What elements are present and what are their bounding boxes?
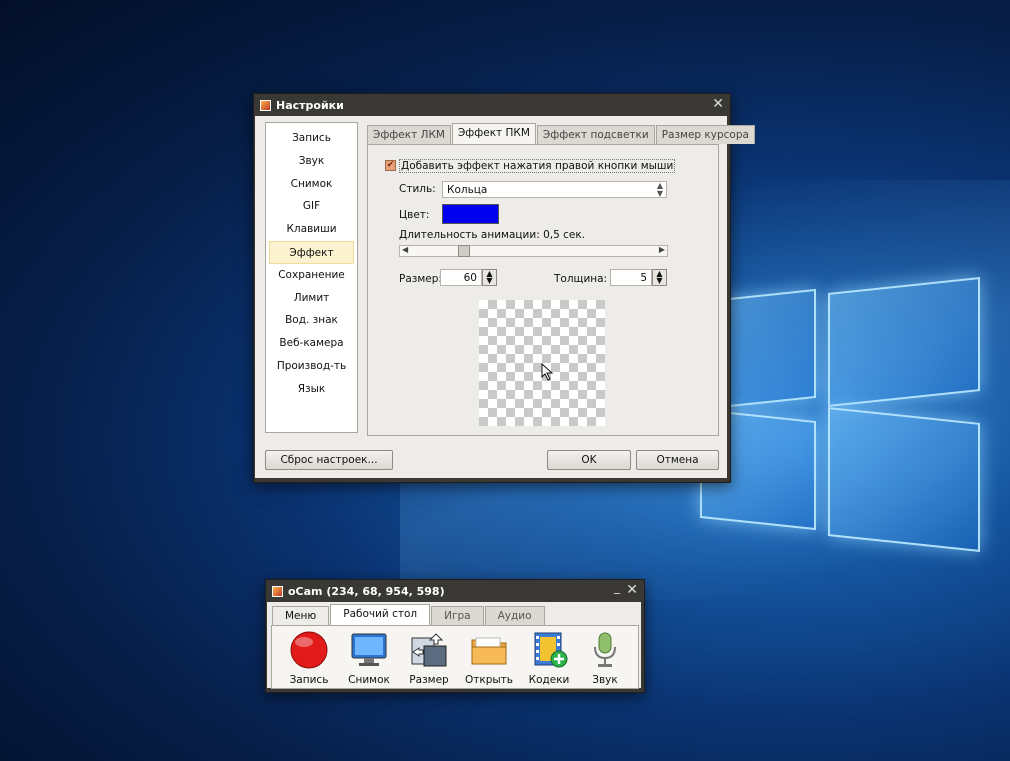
nav-item-11[interactable]: Язык	[269, 378, 354, 401]
screenshot-button[interactable]: Снимок	[341, 630, 397, 686]
codecs-label: Кодеки	[528, 674, 570, 686]
thickness-input[interactable]: 5	[610, 269, 652, 286]
reset-settings-button[interactable]: Сброс настроек...	[265, 450, 393, 470]
sound-label: Звук	[592, 674, 618, 686]
settings-tabs: Эффект ЛКМ Эффект ПКМ Эффект подсветки Разм…	[367, 123, 756, 144]
ocam-tab-3[interactable]: Аудио	[484, 606, 545, 626]
settings-title: Настройки	[276, 98, 344, 112]
thickness-stepper[interactable]: ▲ ▼	[652, 269, 667, 286]
slider-right-arrow-icon[interactable]: ▶	[659, 245, 665, 254]
color-swatch[interactable]	[442, 204, 499, 224]
resize-icon	[409, 630, 449, 670]
sound-button[interactable]: Звук	[577, 630, 633, 686]
ocam-window: oCam (234, 68, 954, 598) _ ✕ Меню Рабочий…	[265, 579, 645, 693]
nav-item-9[interactable]: Веб-камера	[269, 332, 354, 355]
resize-button[interactable]: Размер	[401, 630, 457, 686]
open-button[interactable]: Открыть	[461, 630, 517, 686]
nav-item-1[interactable]: Звук	[269, 150, 354, 173]
record-icon	[289, 630, 329, 670]
effect-panel: ✔ Добавить эффект нажатия правой кнопки …	[367, 144, 719, 436]
size-stepper[interactable]: ▲ ▼	[482, 269, 497, 286]
size-label: Размер:	[399, 273, 442, 285]
style-select[interactable]: Кольца ▲ ▼	[442, 181, 667, 198]
enable-effect-checkbox[interactable]: ✔	[385, 160, 396, 171]
codecs-button[interactable]: Кодеки	[521, 630, 577, 686]
duration-slider[interactable]: ◀ ▶	[399, 245, 668, 257]
ocam-tab-0[interactable]: Меню	[272, 606, 330, 626]
windows-logo-pane	[828, 407, 980, 552]
windows-logo	[700, 270, 980, 552]
monitor-icon	[349, 630, 389, 670]
ocam-tab-1[interactable]: Рабочий стол	[330, 604, 431, 626]
tab-3[interactable]: Размер курсора	[655, 125, 755, 144]
tab-2[interactable]: Эффект подсветки	[536, 125, 655, 144]
enable-effect-label[interactable]: Добавить эффект нажатия правой кнопки мы…	[399, 159, 676, 173]
settings-titlebar[interactable]: Настройки ✕	[254, 94, 730, 116]
duration-label: Длительность анимации: 0,5 сек.	[399, 229, 586, 241]
record-label: Запись	[289, 674, 329, 686]
ocam-client: Меню Рабочий стол Игра Аудио Запись Снимок …	[267, 602, 641, 689]
ocam-app-icon	[260, 99, 271, 111]
nav-item-2[interactable]: Снимок	[269, 173, 354, 196]
thickness-label: Толщина:	[554, 273, 608, 285]
cancel-button[interactable]: Отмена	[636, 450, 719, 470]
minimize-icon[interactable]: _	[614, 580, 620, 594]
open-label: Открыть	[465, 674, 513, 686]
record-button[interactable]: Запись	[281, 630, 337, 686]
ocam-title: oCam (234, 68, 954, 598)	[288, 584, 445, 598]
settings-nav-list: Запись Звук Снимок GIF Клавиши Эффект Сохранен…	[265, 122, 358, 433]
style-select-value: Кольца	[447, 184, 488, 196]
ocam-tabs: Меню Рабочий стол Игра Аудио	[272, 604, 546, 626]
ocam-titlebar[interactable]: oCam (234, 68, 954, 598) _ ✕	[266, 580, 644, 602]
mouse-cursor-icon	[541, 363, 554, 381]
settings-client: Запись Звук Снимок GIF Клавиши Эффект Сохранен…	[255, 116, 755, 478]
color-label: Цвет:	[399, 209, 430, 221]
slider-left-arrow-icon[interactable]: ◀	[402, 245, 408, 254]
folder-icon	[469, 630, 509, 670]
nav-item-8[interactable]: Вод. знак	[269, 309, 354, 332]
screenshot-label: Снимок	[348, 674, 390, 686]
duration-slider-thumb[interactable]	[458, 245, 470, 257]
nav-item-6[interactable]: Сохранение	[269, 264, 354, 287]
close-icon[interactable]: ✕	[626, 582, 638, 598]
nav-item-5[interactable]: Эффект	[269, 240, 354, 264]
windows-logo-pane	[828, 277, 980, 407]
tab-1[interactable]: Эффект ПКМ	[451, 123, 536, 144]
ocam-app-icon	[272, 585, 283, 597]
nav-item-4[interactable]: Клавиши	[269, 218, 354, 241]
nav-item-10[interactable]: Производ-ть	[269, 355, 354, 378]
nav-item-3[interactable]: GIF	[269, 195, 354, 218]
nav-item-7[interactable]: Лимит	[269, 287, 354, 310]
close-icon[interactable]: ✕	[712, 96, 724, 112]
settings-window: Настройки ✕ Запись Звук Снимок GIF Клавиши Эф…	[253, 93, 755, 483]
style-label: Стиль:	[399, 183, 436, 195]
nav-item-0[interactable]: Запись	[269, 127, 354, 150]
ok-button[interactable]: OK	[547, 450, 631, 470]
chevron-updown-icon: ▲ ▼	[656, 181, 663, 198]
resize-label: Размер	[409, 674, 449, 686]
microphone-icon	[585, 630, 625, 670]
tab-0[interactable]: Эффект ЛКМ	[367, 125, 451, 144]
size-input[interactable]: 60	[440, 269, 482, 286]
ocam-tab-2[interactable]: Игра	[431, 606, 484, 626]
effect-preview	[479, 300, 605, 426]
codec-film-icon	[529, 630, 569, 670]
